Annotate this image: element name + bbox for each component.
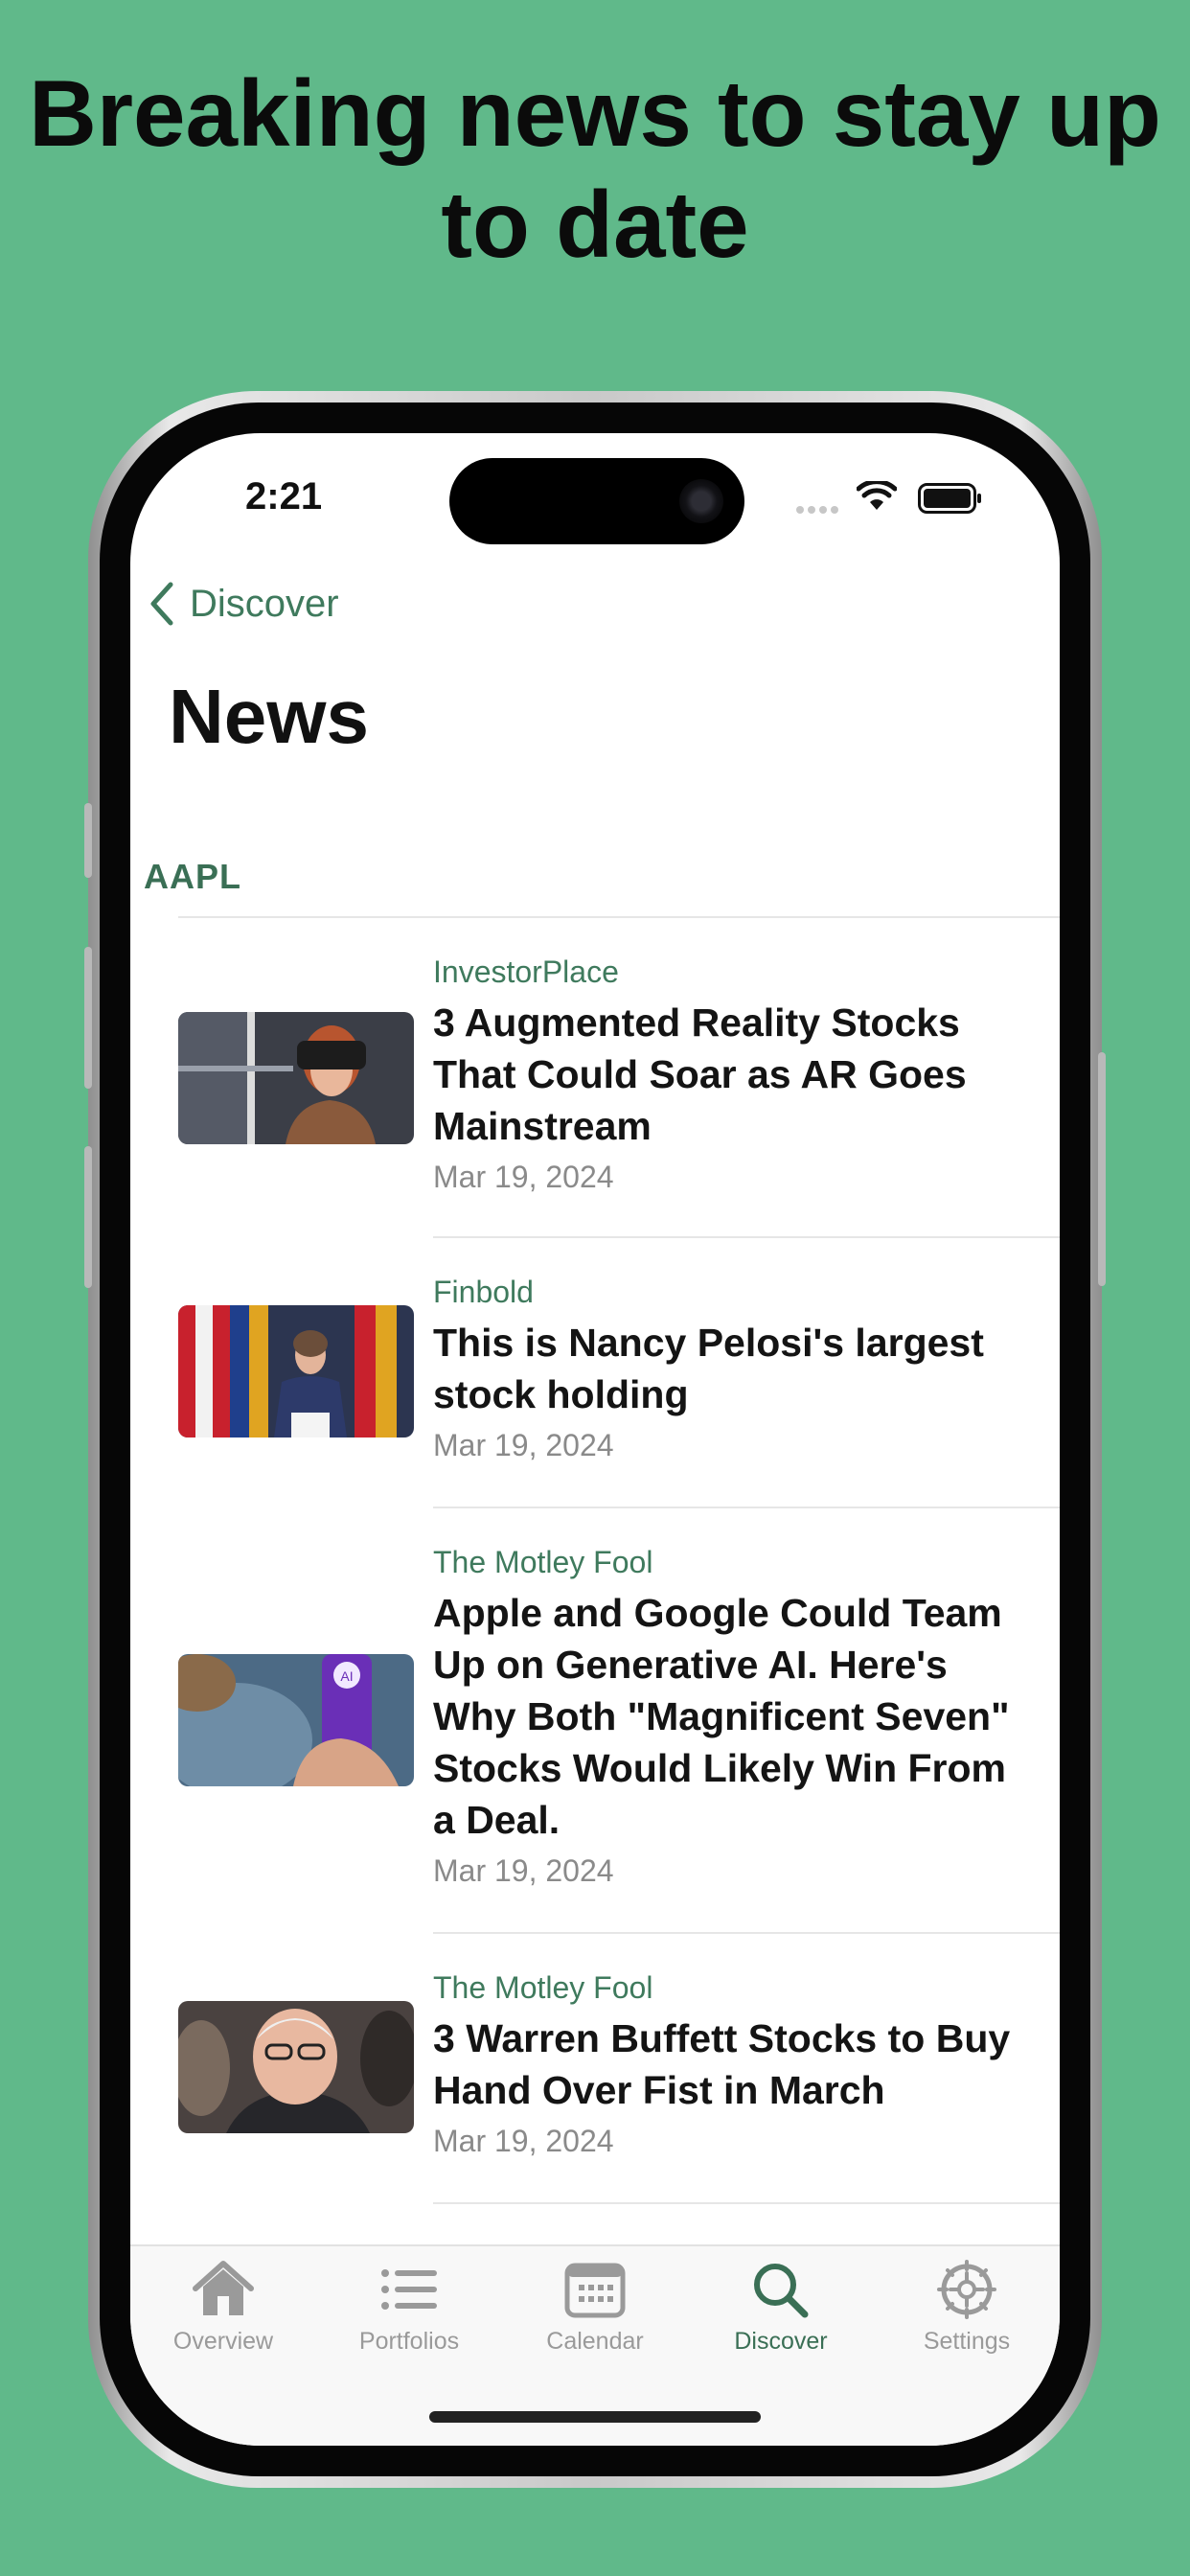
volume-down-button [84, 1146, 92, 1288]
news-source: The Motley Fool [433, 1970, 653, 2005]
news-text: The Motley Fool Apple and Google Could T… [433, 1543, 1021, 1890]
gear-icon [937, 2260, 996, 2319]
mute-switch [84, 803, 92, 878]
news-date: Mar 19, 2024 [433, 1428, 614, 1462]
search-icon [754, 2264, 809, 2318]
news-divider [433, 2202, 1060, 2204]
battery-icon [918, 483, 981, 514]
section-header-ticker: AAPL [144, 857, 241, 896]
calendar-icon [564, 2263, 626, 2318]
status-time: 2:21 [245, 475, 323, 518]
news-source: InvestorPlace [433, 954, 619, 989]
power-button [1098, 1052, 1106, 1286]
news-title: Apple and Google Could Team Up on Genera… [433, 1591, 1010, 1842]
news-thumbnail [178, 1012, 414, 1144]
news-thumbnail [178, 2001, 414, 2133]
news-source: Finbold [433, 1275, 534, 1309]
list-icon [381, 2269, 437, 2310]
home-indicator [429, 2411, 761, 2423]
wifi-icon [857, 481, 897, 510]
dynamic-island [449, 458, 744, 544]
news-title: This is Nancy Pelosi's largest stock hol… [433, 1321, 984, 1416]
news-item[interactable]: InvestorPlace 3 Augmented Reality Stocks… [130, 918, 1060, 1238]
volume-up-button [84, 947, 92, 1089]
news-text: The Motley Fool 3 Warren Buffett Stocks … [433, 1968, 1021, 2160]
news-text: InvestorPlace 3 Augmented Reality Stocks… [433, 953, 1021, 1196]
tab-label: Overview [172, 2328, 274, 2355]
tab-calendar[interactable]: Calendar [502, 2260, 688, 2356]
signal-dots-icon [796, 506, 838, 514]
tab-label: Calendar [546, 2328, 644, 2355]
back-button[interactable]: Discover [148, 575, 339, 632]
chevron-left-icon [150, 582, 173, 626]
svg-text:AI: AI [340, 1668, 353, 1684]
tab-overview[interactable]: Overview [130, 2260, 316, 2356]
house-icon [193, 2261, 254, 2315]
news-item[interactable]: Finbold This is Nancy Pelosi's largest s… [130, 1238, 1060, 1508]
news-source: The Motley Fool [433, 1545, 653, 1579]
news-date: Mar 19, 2024 [433, 2124, 614, 2158]
news-text: Finbold This is Nancy Pelosi's largest s… [433, 1273, 1021, 1464]
tab-discover[interactable]: Discover [688, 2260, 874, 2356]
camera-lens [679, 479, 723, 523]
phone-screen: 2:21 Discover News AAPL InvestorPlace 3 … [130, 433, 1060, 2446]
news-title: 3 Warren Buffett Stocks to Buy Hand Over… [433, 2016, 1011, 2112]
news-date: Mar 19, 2024 [433, 1853, 614, 1888]
tab-portfolios[interactable]: Portfolios [316, 2260, 502, 2356]
tab-label: Portfolios [358, 2328, 460, 2355]
tab-settings[interactable]: Settings [874, 2260, 1060, 2356]
news-thumbnail: AI [178, 1654, 414, 1786]
news-item[interactable]: AI The Motley Fool Apple and Google Coul… [130, 1508, 1060, 1934]
page-title: News [169, 674, 369, 759]
tab-label: Settings [923, 2328, 1011, 2355]
news-list: InvestorPlace 3 Augmented Reality Stocks… [130, 918, 1060, 2204]
news-item[interactable]: The Motley Fool 3 Warren Buffett Stocks … [130, 1934, 1060, 2204]
news-title: 3 Augmented Reality Stocks That Could So… [433, 1000, 967, 1148]
news-date: Mar 19, 2024 [433, 1160, 614, 1194]
tab-label: Discover [734, 2328, 828, 2355]
news-thumbnail [178, 1305, 414, 1438]
back-button-label: Discover [190, 582, 339, 625]
headline: Breaking news to stay up to date [29, 60, 1161, 277]
